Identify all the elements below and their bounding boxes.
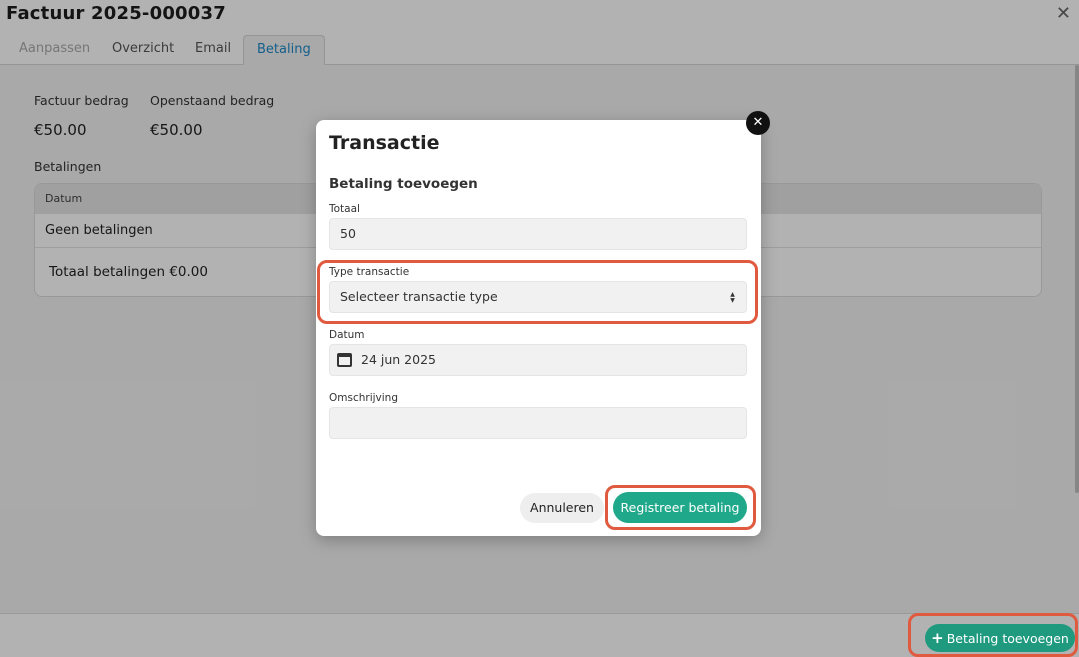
- modal-title: Transactie: [329, 132, 440, 154]
- date-value: 24 jun 2025: [361, 352, 436, 367]
- total-label: Totaal: [329, 203, 360, 215]
- date-input[interactable]: 24 jun 2025: [329, 344, 747, 376]
- total-input[interactable]: 50: [329, 218, 747, 250]
- description-label: Omschrijving: [329, 392, 398, 404]
- modal-subtitle: Betaling toevoegen: [329, 176, 478, 192]
- scrollbar[interactable]: [1075, 65, 1079, 493]
- highlight-transaction-type: [317, 260, 758, 324]
- highlight-add-payment: [908, 613, 1078, 657]
- description-input[interactable]: [329, 407, 747, 439]
- cancel-button[interactable]: Annuleren: [520, 493, 604, 523]
- calendar-icon: [337, 353, 352, 367]
- highlight-register-button: [605, 485, 756, 530]
- date-label: Datum: [329, 329, 365, 341]
- transaction-modal: Transactie Betaling toevoegen Totaal 50 …: [316, 120, 761, 536]
- close-icon[interactable]: ✕: [746, 111, 770, 135]
